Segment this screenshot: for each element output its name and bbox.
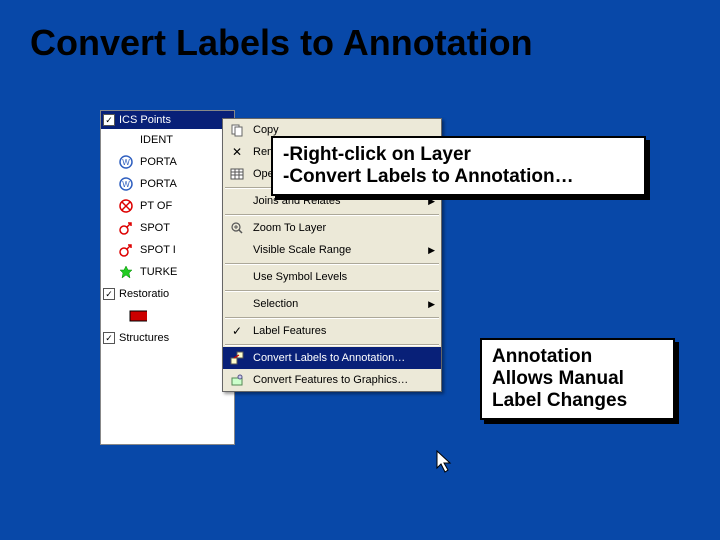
menu-item-selection[interactable]: Selection ▶ [223,293,441,315]
menu-item-label-features[interactable]: ✓ Label Features [223,320,441,342]
toc-item[interactable]: W PORTA [101,173,234,195]
menu-label: Convert Labels to Annotation… [247,352,437,364]
symbol-none [117,133,135,147]
toc-item[interactable]: SPOT I [101,239,234,261]
blank-icon [227,295,247,313]
menu-label: Selection [247,298,428,310]
toc-item[interactable]: ✓ Structures [101,327,234,349]
blank-icon [227,268,247,286]
menu-item-zoom[interactable]: Zoom To Layer [223,217,441,239]
menu-separator [225,290,439,291]
svg-text:W: W [122,158,130,167]
page-title: Convert Labels to Annotation [30,22,533,64]
symbol-mars [117,243,135,257]
toc-item[interactable]: W PORTA [101,151,234,173]
toc-label: SPOT [140,222,170,234]
toc-label: TURKE [140,266,177,278]
menu-label: Visible Scale Range [247,244,428,256]
check-icon: ✓ [227,322,247,340]
callout-line: -Right-click on Layer [283,144,634,166]
symbol-circle-x [117,199,135,213]
menu-separator [225,263,439,264]
callout-line: Allows Manual [492,368,663,390]
cursor-icon [436,450,456,476]
menu-separator [225,214,439,215]
symbol-circle-w: W [117,177,135,191]
toc-item[interactable] [101,305,234,327]
callout-line: Label Changes [492,390,663,412]
callout-instructions: -Right-click on Layer -Convert Labels to… [271,136,646,196]
menu-item-convert-features[interactable]: Convert Features to Graphics… [223,369,441,391]
toc-label: ICS Points [119,114,171,126]
blank-icon [227,192,247,210]
toc-label: Restoratio [119,288,169,300]
blank-icon [227,241,247,259]
menu-label: Use Symbol Levels [247,271,437,283]
zoom-icon [227,219,247,237]
menu-separator [225,317,439,318]
submenu-arrow-icon: ▶ [428,245,437,256]
toc-item[interactable]: TURKE [101,261,234,283]
symbol-rect [129,309,147,323]
menu-separator [225,344,439,345]
menu-label: Zoom To Layer [247,222,437,234]
toc-panel: ✓ ICS Points IDENT W PORTA W PORTA PT OF… [100,110,235,445]
symbol-mars [117,221,135,235]
checkbox-icon[interactable]: ✓ [103,114,115,126]
symbol-circle-w: W [117,155,135,169]
menu-label: Copy [247,124,437,136]
toc-label: PORTA [140,178,177,190]
toc-item[interactable]: SPOT [101,217,234,239]
toc-layer-selected[interactable]: ✓ ICS Points [101,111,234,129]
x-icon: ✕ [227,143,247,161]
menu-item-scale[interactable]: Visible Scale Range ▶ [223,239,441,261]
submenu-arrow-icon: ▶ [428,196,437,207]
symbol-star [117,265,135,279]
checkbox-icon[interactable]: ✓ [103,288,115,300]
table-icon [227,165,247,183]
menu-item-convert-labels[interactable]: Convert Labels to Annotation… [223,347,441,369]
menu-label: Convert Features to Graphics… [247,374,437,386]
convert-icon [227,349,247,367]
menu-item-symbol-levels[interactable]: Use Symbol Levels [223,266,441,288]
toc-item[interactable]: IDENT [101,129,234,151]
toc-item[interactable]: PT OF [101,195,234,217]
toc-label: IDENT [140,134,173,146]
features-icon [227,371,247,389]
menu-label: Label Features [247,325,437,337]
submenu-arrow-icon: ▶ [428,299,437,310]
checkbox-icon[interactable]: ✓ [103,332,115,344]
menu-label: Joins and Relates [247,195,428,207]
toc-item[interactable]: ✓ Restoratio [101,283,234,305]
callout-note: Annotation Allows Manual Label Changes [480,338,675,420]
toc-label: PORTA [140,156,177,168]
svg-text:W: W [122,180,130,189]
toc-label: SPOT I [140,244,176,256]
toc-label: PT OF [140,200,172,212]
callout-line: Annotation [492,346,663,368]
toc-label: Structures [119,332,169,344]
copy-icon [227,121,247,139]
callout-line: -Convert Labels to Annotation… [283,166,634,188]
